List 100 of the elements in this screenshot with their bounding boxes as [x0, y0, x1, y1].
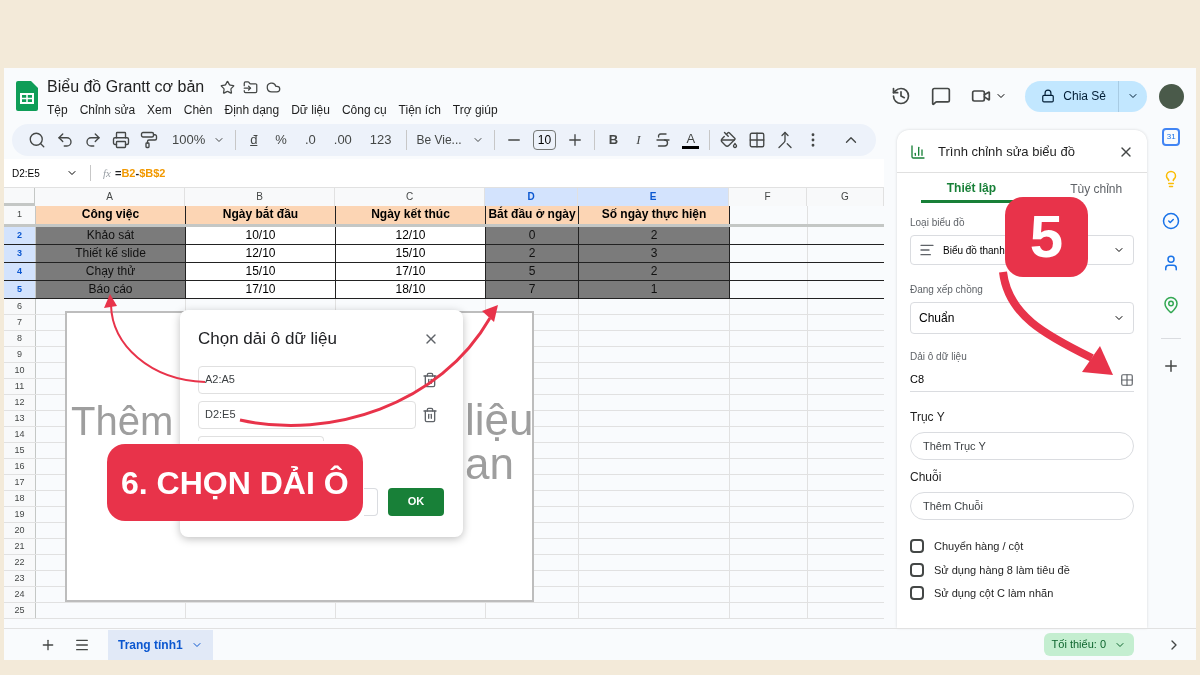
row-number[interactable]: 5: [4, 281, 36, 298]
font-size-field[interactable]: 10: [533, 130, 556, 150]
checkbox[interactable]: [910, 586, 924, 601]
avatar[interactable]: [1159, 83, 1184, 109]
printer-icon[interactable]: [112, 131, 130, 149]
data-range-field[interactable]: C8: [910, 371, 1120, 388]
font-dropdown[interactable]: Be Vie...: [416, 131, 485, 149]
table-cell: 2: [486, 245, 579, 262]
section-label: Trục Y: [910, 409, 946, 426]
trash-icon[interactable]: [422, 406, 438, 423]
text-color-button[interactable]: A: [682, 131, 700, 149]
range-field[interactable]: A2:A5: [198, 365, 416, 394]
history-icon[interactable]: [891, 86, 912, 106]
summary-button[interactable]: Tối thiểu: 0: [1043, 633, 1134, 656]
table-cell: 7: [486, 281, 579, 298]
row-number[interactable]: 2: [4, 227, 36, 244]
increase-decimal[interactable]: .00: [329, 130, 356, 150]
bold-button[interactable]: B: [604, 130, 623, 150]
lock-icon: [1041, 89, 1056, 103]
menu-item[interactable]: Xem: [147, 101, 172, 119]
table-cell: 17/10: [336, 263, 486, 280]
table-cell: Bắt đầu ở ngày: [486, 206, 579, 224]
formula-text[interactable]: =B2-$B$2: [114, 164, 166, 182]
cloud-icon[interactable]: [266, 79, 282, 95]
currency-format[interactable]: đ: [246, 130, 262, 150]
row-number[interactable]: 3: [4, 245, 36, 262]
range-field[interactable]: [198, 435, 324, 441]
table-cell: Số ngày thực hiện: [579, 206, 730, 224]
percent-format[interactable]: %: [271, 130, 291, 150]
dialog-title: Chọn dải ô dữ liệu: [198, 328, 338, 350]
y-axis-field[interactable]: Thêm Trục Y: [910, 432, 1134, 460]
borders-icon[interactable]: [748, 131, 767, 149]
table-cell: Báo cáo: [36, 281, 186, 298]
table-cell: 17/10: [186, 281, 336, 298]
undo-icon[interactable]: [56, 131, 74, 149]
grid-icon[interactable]: [1119, 372, 1134, 387]
menu-item[interactable]: Định dạng: [224, 101, 280, 119]
table-cell: 3: [579, 245, 730, 262]
menu-item[interactable]: Chèn: [183, 101, 213, 119]
sheet-tab[interactable]: Trang tính1: [108, 629, 213, 660]
field-label: Loại biểu đồ: [910, 216, 966, 230]
ok-button[interactable]: OK: [388, 487, 444, 516]
tasks-icon[interactable]: [1162, 212, 1181, 230]
table-cell: 15/10: [186, 263, 336, 280]
step-badge: 6. CHỌN DẢI Ô: [107, 444, 363, 521]
zoom-dropdown[interactable]: 100%: [168, 130, 226, 150]
table-cell: 2: [579, 227, 730, 244]
paint-roller-icon[interactable]: [140, 131, 158, 149]
folder-icon[interactable]: [243, 79, 259, 95]
table-cell: 1: [579, 281, 730, 298]
checkbox-label: Chuyển hàng / cột: [934, 539, 1024, 554]
dropdown-value: Biểu đồ thanh: [943, 243, 1006, 258]
checkbox-label: Sử dụng hàng 8 làm tiêu đề: [934, 562, 1070, 578]
maps-icon[interactable]: [1162, 296, 1181, 314]
table-cell: Ngày bắt đầu: [186, 206, 336, 224]
menu-item[interactable]: Tiện ích: [398, 101, 441, 119]
chart-placeholder-text: liệu: [465, 394, 534, 446]
redo-icon[interactable]: [84, 131, 102, 149]
range-field[interactable]: D2:E5: [198, 400, 416, 429]
panel-title: Trình chỉnh sửa biểu đồ: [938, 143, 1076, 162]
fx-label: fx: [103, 165, 111, 181]
star-icon[interactable]: [220, 79, 236, 95]
table-cell: 12/10: [336, 227, 486, 244]
table-cell: 0: [486, 227, 579, 244]
number-format[interactable]: 123: [365, 130, 396, 150]
comment-icon[interactable]: [931, 86, 952, 106]
table-cell: Công việc: [36, 206, 186, 224]
bar-chart-icon: [919, 242, 935, 258]
table-cell: Ngày kết thúc: [336, 206, 486, 224]
menu-item[interactable]: Công cụ: [341, 101, 387, 119]
column-header[interactable]: E: [578, 188, 729, 206]
row-number[interactable]: 4: [4, 263, 36, 280]
table-cell: 5: [486, 263, 579, 280]
search-icon[interactable]: [28, 131, 46, 149]
merge-icon[interactable]: [776, 131, 795, 149]
column-header[interactable]: D: [485, 188, 578, 206]
share-button[interactable]: Chia Sẻ: [1025, 80, 1147, 112]
strikethrough-icon[interactable]: [654, 131, 673, 149]
menu-item[interactable]: Dữ liệu: [291, 101, 330, 119]
name-box[interactable]: D2:E5: [12, 165, 66, 181]
table-cell: 2: [579, 263, 730, 280]
trash-icon[interactable]: [422, 371, 438, 388]
series-field[interactable]: Thêm Chuỗi: [910, 492, 1134, 520]
decrease-decimal[interactable]: .0: [300, 130, 320, 150]
checkbox[interactable]: [910, 539, 924, 554]
paint-bucket-icon[interactable]: [720, 131, 739, 149]
menu-item[interactable]: Chỉnh sửa: [79, 101, 136, 119]
field-label: Đang xếp chồng: [910, 283, 984, 297]
document-title[interactable]: Biểu đồ Grantt cơ bản: [47, 75, 205, 99]
menu-item[interactable]: Tệp: [47, 101, 68, 119]
table-cell: 18/10: [336, 281, 486, 298]
calendar-icon[interactable]: 31: [1162, 128, 1181, 146]
section-label: Chuỗi: [910, 468, 943, 486]
sheets-logo-icon: [16, 81, 38, 111]
italic-button[interactable]: I: [632, 130, 645, 150]
field-label: Dải ô dữ liệu: [910, 350, 968, 364]
table-cell: 10/10: [186, 227, 336, 244]
checkbox[interactable]: [910, 562, 924, 577]
stacking-dropdown[interactable]: Chuẩn: [910, 302, 1134, 334]
menu-item[interactable]: Trợ giúp: [452, 101, 498, 119]
